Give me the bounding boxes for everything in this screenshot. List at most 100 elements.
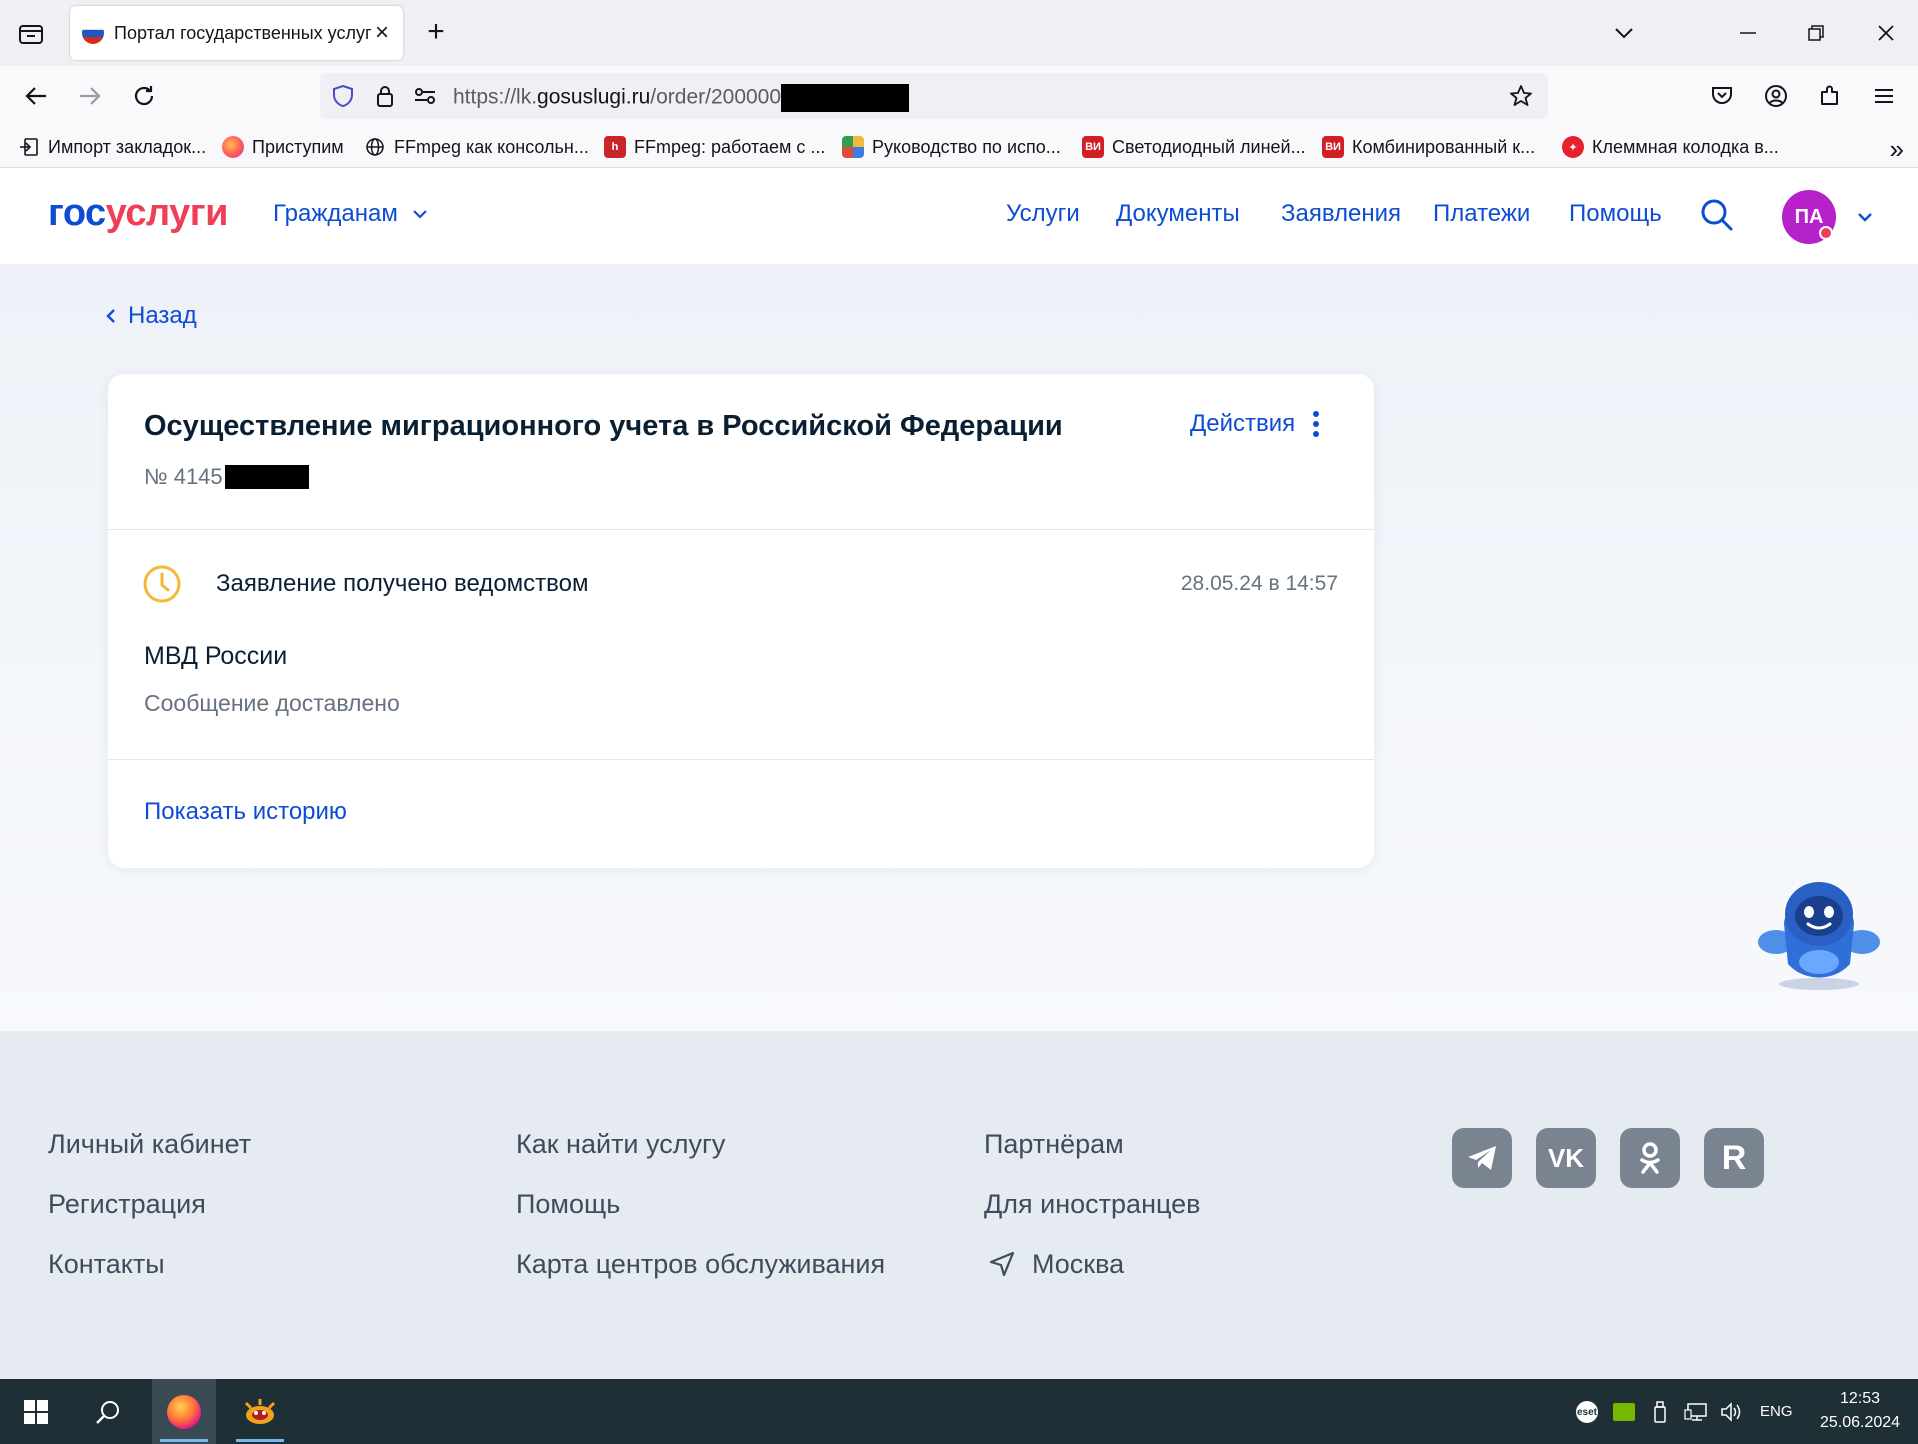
bookmark-manual[interactable]: Руководство по испо... [842,134,1061,160]
kebab-menu-icon [1313,411,1320,437]
search-icon[interactable] [76,1379,140,1444]
nav-documents[interactable]: Документы [1116,200,1240,228]
minimize-icon[interactable] [1730,16,1766,50]
globe-icon [364,136,386,158]
chevron-left-icon [106,309,115,323]
bookmark-combined[interactable]: ВИ Комбинированный к... [1322,134,1535,160]
agency-message: Сообщение доставлено [144,690,400,716]
taskbar-app[interactable] [228,1379,292,1444]
bookmark-led[interactable]: ВИ Светодиодный линей... [1082,134,1306,160]
bookmark-star-icon[interactable] [1508,83,1534,109]
clock-time: 12:53 [1839,1390,1881,1407]
restore-icon[interactable] [1798,16,1834,50]
gosuslugi-logo[interactable]: госуслуги [48,192,228,235]
status-date: 28.05.24 в 14:57 [1180,572,1338,595]
url-bar[interactable]: https://lk.gosuslugi.ru/order/200000 [320,73,1548,119]
network-icon[interactable] [1684,1401,1708,1423]
url-text[interactable]: https://lk.gosuslugi.ru/order/200000 [453,84,910,112]
actions-label: Действия [1190,410,1296,437]
avatar-initials: ПА [1794,205,1824,228]
nvidia-icon[interactable] [1612,1401,1636,1423]
list-all-tabs-icon[interactable] [1606,16,1642,50]
footer-link-partners[interactable]: Партнёрам [984,1129,1124,1160]
firefox-icon [222,136,244,158]
russia-flag-icon [82,22,104,44]
volume-icon[interactable] [1720,1401,1744,1423]
bookmark-label: Клеммная колодка в... [1592,136,1779,157]
location-arrow-icon [988,1250,1016,1278]
assistant-robot-icon[interactable] [1754,864,1884,994]
divider [108,759,1374,760]
footer-city[interactable]: Москва [1032,1249,1124,1280]
import-icon [18,136,40,158]
divider [108,529,1374,530]
usb-drive-icon[interactable] [1648,1401,1672,1423]
site-footer: Личный кабинет Регистрация Контакты Как … [0,1031,1918,1379]
rutube-icon[interactable]: R [1704,1128,1764,1188]
eset-icon[interactable]: eset [1575,1401,1599,1423]
back-link[interactable]: Назад [106,302,197,330]
tab-list-icon[interactable] [14,17,48,51]
odnoklassniki-icon[interactable] [1620,1128,1680,1188]
taskbar-firefox[interactable] [152,1379,216,1444]
footer-link-foreigners[interactable]: Для иностранцев [984,1189,1201,1220]
footer-link-find-service[interactable]: Как найти услугу [516,1129,725,1160]
windows-start-icon[interactable] [4,1379,68,1444]
shield-icon[interactable] [330,83,356,109]
permissions-icon[interactable] [412,83,438,109]
vi-store-icon: ВИ [1082,136,1104,158]
windows-taskbar: eset ENG 12:53 25.06.2024 [0,1379,1918,1444]
footer-link-account[interactable]: Личный кабинет [48,1129,251,1160]
nav-applications[interactable]: Заявления [1281,200,1401,228]
vi-store-icon: ВИ [1322,136,1344,158]
footer-link-contacts[interactable]: Контакты [48,1249,165,1280]
bookmark-ffmpeg-2[interactable]: h FFmpeg: работаем с ... [604,134,825,160]
footer-link-help[interactable]: Помощь [516,1189,620,1220]
lock-icon[interactable] [372,83,398,109]
bookmark-ffmpeg-1[interactable]: FFmpeg как консольн... [364,134,589,160]
footer-link-registration[interactable]: Регистрация [48,1189,206,1220]
clock-date: 25.06.2024 [1819,1414,1901,1431]
vk-icon[interactable]: VK [1536,1128,1596,1188]
back-arrow-icon[interactable] [18,78,54,114]
role-label: Гражданам [273,200,398,227]
redaction-block [781,84,910,112]
show-history-link[interactable]: Показать историю [144,798,347,826]
browser-tabbar: Портал государственных услуг × + [0,0,1918,66]
nav-help[interactable]: Помощь [1569,200,1662,228]
firefox-icon [167,1394,201,1429]
red-star-icon: ✦ [1562,136,1584,158]
system-clock[interactable]: 12:53 25.06.2024 [1812,1387,1908,1435]
habr-icon: h [604,136,626,158]
bookmark-label: FFmpeg как консольн... [394,136,589,157]
pocket-icon[interactable] [1704,78,1740,114]
redaction-block [224,465,309,489]
url-path: /order/200000 [650,85,782,109]
telegram-icon[interactable] [1452,1128,1512,1188]
order-card: Осуществление миграционного учета в Росс… [108,374,1374,868]
chevron-down-icon[interactable] [1854,206,1876,228]
reload-icon[interactable] [126,78,162,114]
forward-arrow-icon[interactable] [72,78,108,114]
footer-link-service-centers-map[interactable]: Карта центров обслуживания [516,1249,885,1280]
bookmark-terminal[interactable]: ✦ Клеммная колодка в... [1562,134,1779,160]
tab-title: Портал государственных услуг [114,22,371,43]
new-tab-icon[interactable]: + [420,17,452,49]
search-icon[interactable] [1700,198,1734,232]
more-bookmarks-icon[interactable]: » [1890,134,1904,165]
agency-name: МВД России [144,642,288,670]
bookmark-firefox[interactable]: Приступим [222,134,344,160]
role-dropdown[interactable]: Гражданам [273,200,428,228]
nav-payments[interactable]: Платежи [1433,200,1530,228]
close-tab-icon[interactable]: × [371,21,393,45]
account-icon[interactable] [1758,78,1794,114]
actions-button[interactable]: Действия [1190,410,1320,438]
input-language[interactable]: ENG [1760,1403,1793,1420]
close-window-icon[interactable] [1868,16,1904,50]
extensions-icon[interactable] [1812,78,1848,114]
browser-tab[interactable]: Портал государственных услуг × [70,6,403,60]
bookmark-import[interactable]: Импорт закладок... [18,134,206,160]
bookmark-label: Приступим [252,136,344,157]
nav-services[interactable]: Услуги [1006,200,1080,228]
menu-icon[interactable] [1866,78,1902,114]
